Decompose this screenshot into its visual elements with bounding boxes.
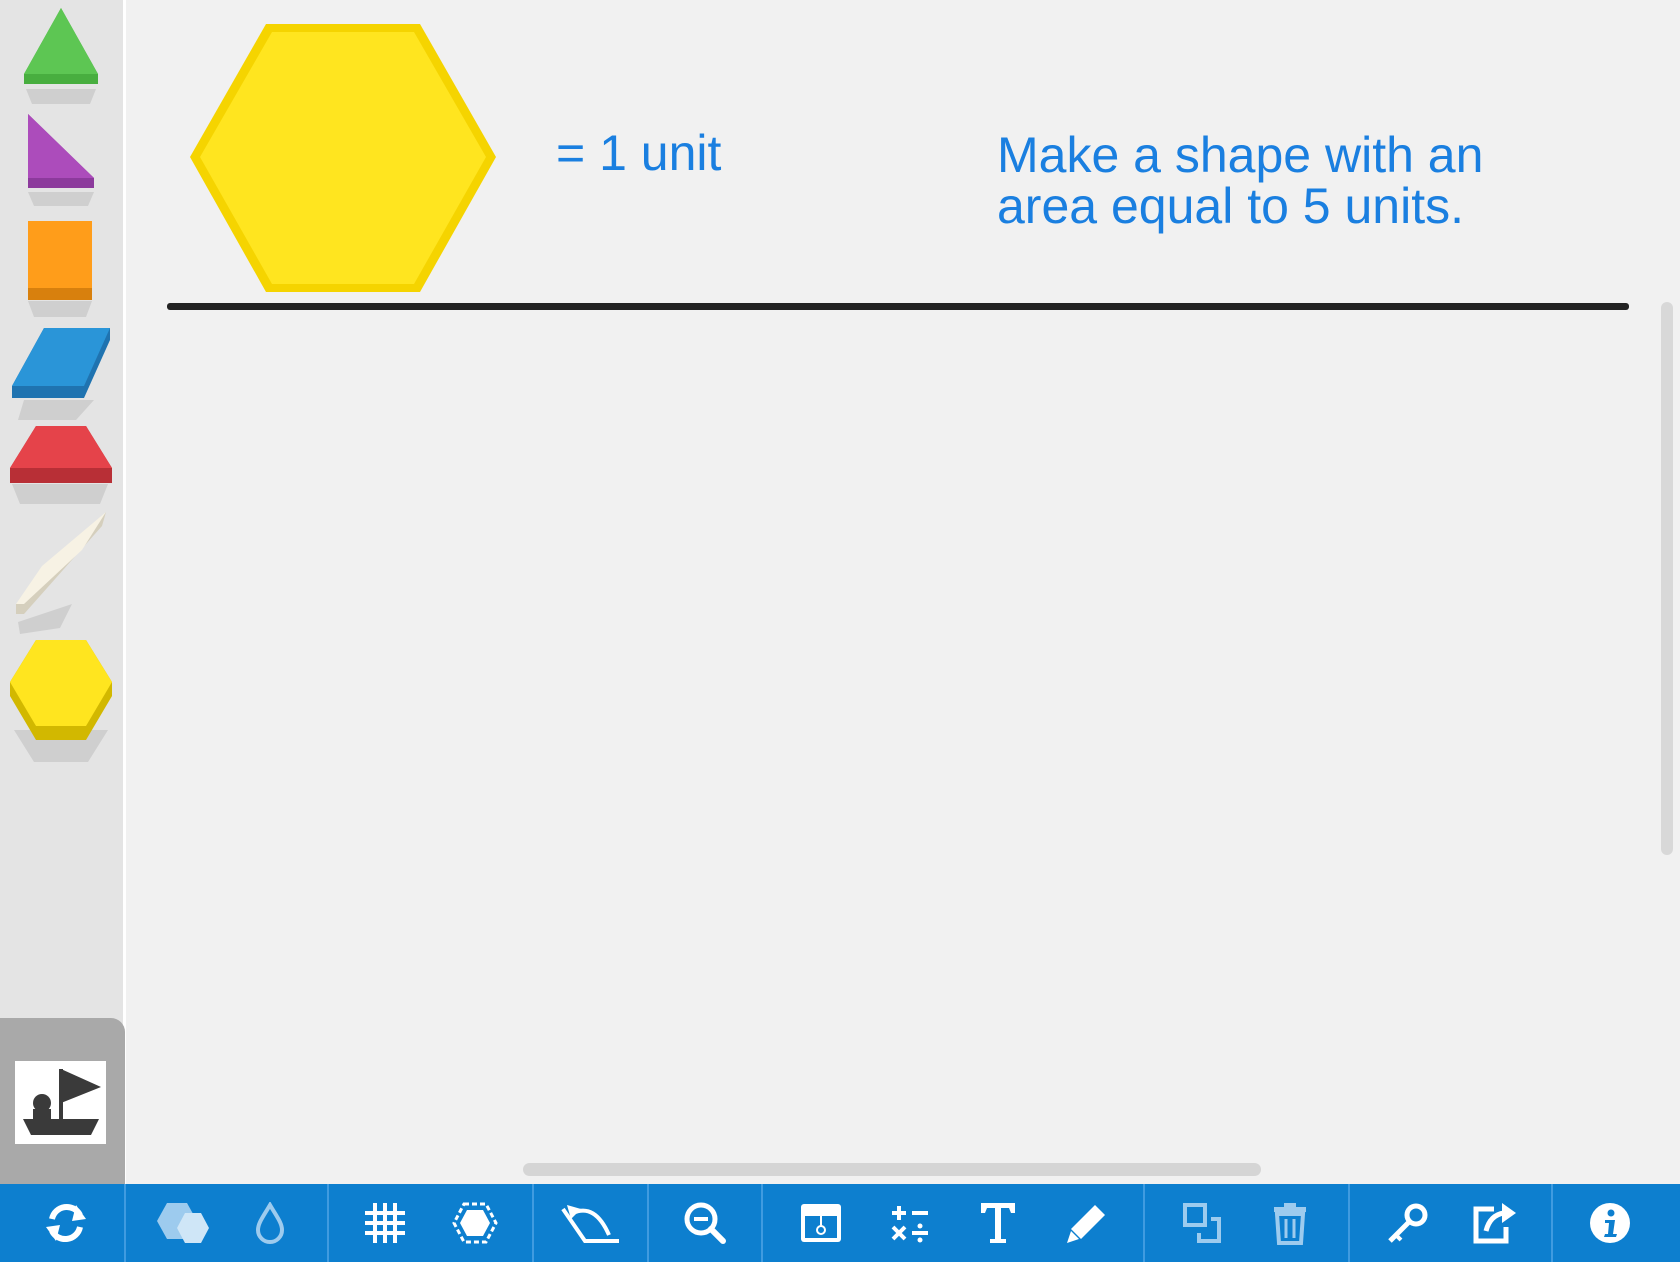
reference-hexagon[interactable]	[186, 20, 500, 296]
shape-tray	[0, 0, 126, 1184]
share-button[interactable]	[1463, 1184, 1525, 1262]
stamp-panel	[0, 1018, 125, 1184]
info-icon	[1590, 1203, 1630, 1243]
square-shape-icon[interactable]	[26, 219, 96, 317]
screen-button[interactable]	[790, 1184, 852, 1262]
horizontal-scrollbar[interactable]	[523, 1163, 1261, 1176]
refresh-button[interactable]	[30, 1184, 102, 1262]
toolbar-separator	[761, 1184, 763, 1262]
thin-rhombus-shape-icon[interactable]	[12, 510, 110, 634]
hexagon-select-button[interactable]	[445, 1184, 505, 1262]
zoom-out-icon	[684, 1202, 726, 1244]
toolbar-separator	[647, 1184, 649, 1262]
right-triangle-shape-icon[interactable]	[24, 112, 100, 206]
key-button[interactable]	[1378, 1184, 1438, 1262]
toolbar-separator	[1348, 1184, 1350, 1262]
unit-label: = 1 unit	[556, 125, 722, 181]
rotate-icon	[561, 1205, 619, 1243]
hexagon-shape-icon[interactable]	[8, 636, 114, 762]
trash-icon	[1274, 1203, 1306, 1245]
grid-icon	[365, 1203, 405, 1243]
math-symbols-icon	[891, 1206, 928, 1243]
key-icon	[1388, 1203, 1428, 1243]
refresh-icon	[46, 1203, 86, 1243]
info-button[interactable]	[1580, 1184, 1640, 1262]
fill-color-button[interactable]	[240, 1184, 300, 1262]
hexagon-select-icon	[452, 1202, 498, 1244]
text-icon	[981, 1203, 1015, 1243]
duplicate-icon	[1183, 1203, 1221, 1243]
math-symbols-button[interactable]	[880, 1184, 940, 1262]
blue-rhombus-shape-icon[interactable]	[10, 326, 112, 420]
toolbar-separator	[532, 1184, 534, 1262]
share-icon	[1473, 1203, 1516, 1244]
pencil-button[interactable]	[1057, 1184, 1117, 1262]
stamp-icon	[23, 1069, 101, 1135]
toolbar-separator	[1551, 1184, 1553, 1262]
vertical-scrollbar[interactable]	[1661, 302, 1673, 855]
text-button[interactable]	[968, 1184, 1028, 1262]
zoom-out-button[interactable]	[675, 1184, 735, 1262]
instruction-text: Make a shape with an area equal to 5 uni…	[997, 127, 1484, 234]
toolbar-separator	[1143, 1184, 1145, 1262]
grid-button[interactable]	[355, 1184, 415, 1262]
fill-color-icon	[255, 1202, 285, 1244]
toolbar-separator	[327, 1184, 329, 1262]
divider-line	[167, 303, 1629, 310]
bottom-toolbar	[0, 1184, 1680, 1262]
shapes-icon	[157, 1203, 209, 1243]
delete-button[interactable]	[1260, 1184, 1320, 1262]
screen-icon	[801, 1204, 841, 1242]
triangle-shape-icon[interactable]	[20, 6, 102, 104]
toolbar-separator	[124, 1184, 126, 1262]
shapes-button[interactable]	[148, 1184, 218, 1262]
pencil-icon	[1067, 1205, 1105, 1243]
stamp-button[interactable]	[15, 1061, 106, 1144]
rotate-button[interactable]	[555, 1184, 625, 1262]
trapezoid-shape-icon[interactable]	[8, 424, 114, 504]
duplicate-button[interactable]	[1172, 1184, 1234, 1262]
